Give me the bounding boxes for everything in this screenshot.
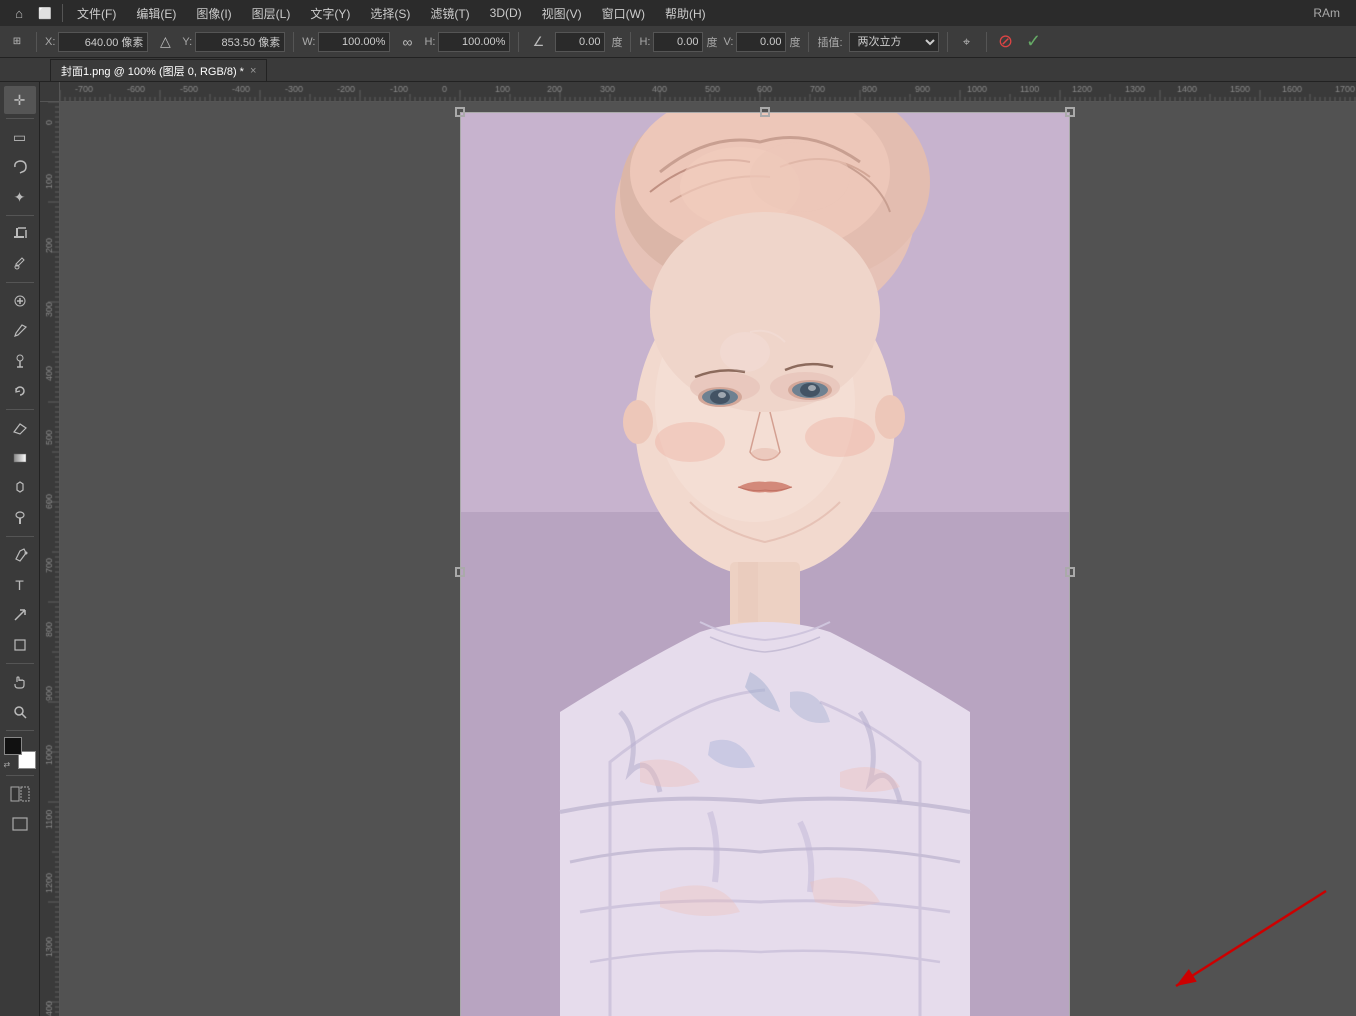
hskew-field: H: 度 bbox=[639, 32, 717, 52]
handle-top-left[interactable] bbox=[455, 107, 465, 117]
dodge-tool[interactable] bbox=[4, 504, 36, 532]
rotation-unit: 度 bbox=[611, 34, 622, 50]
menubar: ⌂ ⬜ 文件(F) 编辑(E) 图像(I) 图层(L) 文字(Y) 选择(S) … bbox=[0, 0, 1356, 26]
handle-mid-left[interactable] bbox=[455, 567, 465, 577]
warp-icon[interactable]: ⌖ bbox=[956, 31, 978, 53]
w-field: W: bbox=[302, 32, 390, 52]
eraser-tool[interactable] bbox=[4, 414, 36, 442]
handle-mid-top[interactable] bbox=[760, 107, 770, 117]
document-tab[interactable]: 封面1.png @ 100% (图层 0, RGB/8) * × bbox=[50, 59, 267, 81]
history-brush-tool[interactable] bbox=[4, 377, 36, 405]
ram-label: RAm bbox=[1313, 6, 1348, 20]
menu-select[interactable]: 选择(S) bbox=[362, 3, 418, 24]
lasso-tool[interactable] bbox=[4, 153, 36, 181]
y-label: Y: bbox=[182, 36, 192, 48]
confirm-transform-button[interactable]: ✓ bbox=[1023, 31, 1045, 53]
menu-image[interactable]: 图像(I) bbox=[188, 3, 239, 24]
tab-filename: 封面1.png @ 100% (图层 0, RGB/8) * bbox=[61, 63, 244, 79]
w-input[interactable] bbox=[318, 32, 390, 52]
clone-stamp-tool[interactable] bbox=[4, 347, 36, 375]
w-label: W: bbox=[302, 36, 315, 48]
hskew-label: H: bbox=[639, 36, 650, 48]
options-bar: ⊞ X: △ Y: W: ∞ H: ∠ 度 H: 度 V: 度 插值: 两次立方… bbox=[0, 26, 1356, 58]
blur-tool[interactable] bbox=[4, 474, 36, 502]
quick-mask-icon[interactable] bbox=[4, 780, 36, 808]
tab-bar: 封面1.png @ 100% (图层 0, RGB/8) * × bbox=[0, 58, 1356, 82]
canvas-viewport[interactable] bbox=[60, 102, 1356, 1016]
main-area: ✛ ▭ ✦ bbox=[0, 82, 1356, 1016]
horizontal-ruler bbox=[60, 82, 1356, 102]
link-xy-icon[interactable]: △ bbox=[154, 31, 176, 53]
y-field: Y: bbox=[182, 32, 285, 52]
move-tool[interactable]: ✛ bbox=[4, 86, 36, 114]
crop-tool[interactable] bbox=[4, 220, 36, 248]
path-select-tool[interactable] bbox=[4, 601, 36, 629]
h-label: H: bbox=[424, 36, 435, 48]
handle-top-right[interactable] bbox=[1065, 107, 1075, 117]
text-tool[interactable]: T bbox=[4, 571, 36, 599]
portrait-svg bbox=[460, 112, 1070, 1016]
menu-text[interactable]: 文字(Y) bbox=[302, 3, 358, 24]
vskew-input[interactable] bbox=[736, 32, 786, 52]
interpolation-select[interactable]: 两次立方 线性 最近邻 bbox=[849, 32, 939, 52]
magic-wand-tool[interactable]: ✦ bbox=[4, 183, 36, 211]
red-arrow-annotation bbox=[1126, 871, 1346, 1011]
swap-colors-icon[interactable]: ⇄ bbox=[4, 760, 11, 769]
transform-reference-icon[interactable]: ⊞ bbox=[6, 31, 28, 53]
home-icon[interactable]: ⌂ bbox=[8, 2, 30, 24]
transform-layer[interactable] bbox=[460, 112, 1070, 1016]
select-mode-icon[interactable]: ⬜ bbox=[34, 2, 56, 24]
gradient-tool[interactable] bbox=[4, 444, 36, 472]
menu-3d[interactable]: 3D(D) bbox=[482, 4, 530, 22]
screen-mode-icon[interactable] bbox=[4, 810, 36, 838]
x-field: X: bbox=[45, 32, 148, 52]
x-label: X: bbox=[45, 36, 55, 48]
vskew-unit: 度 bbox=[789, 34, 800, 50]
menu-edit[interactable]: 编辑(E) bbox=[128, 3, 184, 24]
interpolation-label: 插值: bbox=[817, 34, 842, 50]
hand-tool[interactable] bbox=[4, 668, 36, 696]
menu-layer[interactable]: 图层(L) bbox=[244, 3, 299, 24]
h-input[interactable] bbox=[438, 32, 510, 52]
menu-window[interactable]: 窗口(W) bbox=[594, 3, 653, 24]
cancel-transform-button[interactable]: ⊘ bbox=[995, 31, 1017, 53]
ruler-corner bbox=[40, 82, 60, 102]
tab-close-button[interactable]: × bbox=[250, 65, 256, 77]
vertical-ruler bbox=[40, 102, 60, 1016]
color-swatches-area[interactable]: ⇄ bbox=[4, 737, 36, 769]
handle-mid-right[interactable] bbox=[1065, 567, 1075, 577]
canvas-area bbox=[40, 82, 1356, 1016]
artwork-canvas bbox=[460, 112, 1070, 1016]
rect-select-tool[interactable]: ▭ bbox=[4, 123, 36, 151]
zoom-tool[interactable] bbox=[4, 698, 36, 726]
y-input[interactable] bbox=[195, 32, 285, 52]
menu-help[interactable]: 帮助(H) bbox=[657, 3, 714, 24]
link-wh-icon[interactable]: ∞ bbox=[396, 31, 418, 53]
menu-file[interactable]: 文件(F) bbox=[69, 3, 124, 24]
shape-tool[interactable] bbox=[4, 631, 36, 659]
rotate-icon[interactable]: ∠ bbox=[527, 31, 549, 53]
menu-filter[interactable]: 滤镜(T) bbox=[422, 3, 477, 24]
hskew-input[interactable] bbox=[653, 32, 703, 52]
menu-view[interactable]: 视图(V) bbox=[534, 3, 590, 24]
heal-tool[interactable] bbox=[4, 287, 36, 315]
vskew-label: V: bbox=[723, 36, 733, 48]
pen-tool[interactable] bbox=[4, 541, 36, 569]
foreground-color-swatch[interactable] bbox=[4, 737, 22, 755]
hskew-unit: 度 bbox=[706, 34, 717, 50]
vskew-field: V: 度 bbox=[723, 32, 800, 52]
brush-tool[interactable] bbox=[4, 317, 36, 345]
toolbar: ✛ ▭ ✦ bbox=[0, 82, 40, 1016]
rotation-input[interactable] bbox=[555, 32, 605, 52]
x-input[interactable] bbox=[58, 32, 148, 52]
h-field: H: bbox=[424, 32, 510, 52]
eyedropper-tool[interactable] bbox=[4, 250, 36, 278]
